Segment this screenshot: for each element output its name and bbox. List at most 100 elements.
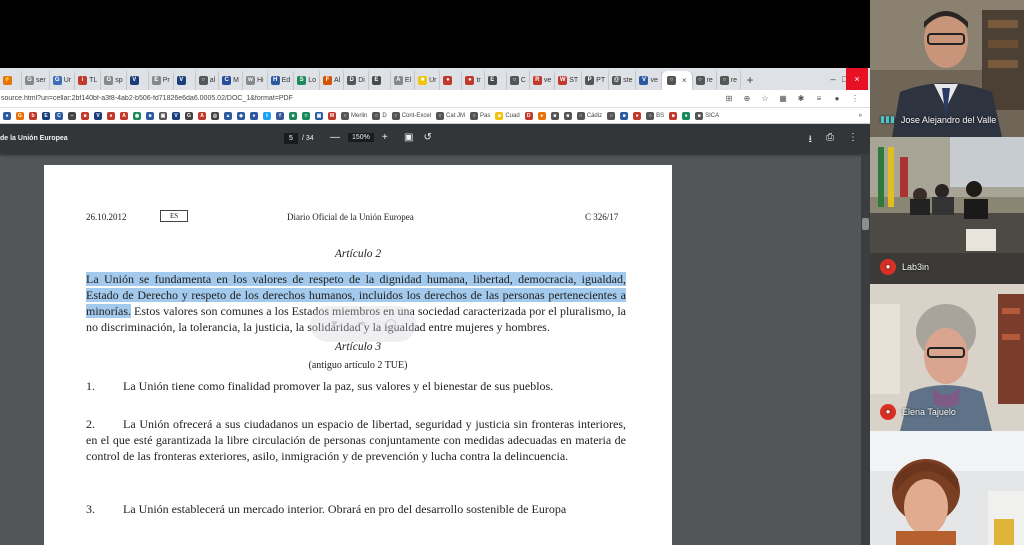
tab-23[interactable]: W ST [555, 71, 583, 90]
tab-14[interactable]: D Di [344, 71, 369, 90]
bookmark-item[interactable]: V [94, 111, 102, 120]
bookmark-item[interactable]: ○ Cádiz [576, 111, 602, 120]
bookmark-item[interactable]: ▣ [159, 111, 167, 120]
bookmark-item[interactable]: f [276, 111, 284, 120]
tab-18[interactable]: ● [440, 71, 463, 90]
participant-tile[interactable] [870, 431, 1024, 545]
bookmark-item[interactable]: ○ [607, 111, 616, 120]
bookmark-item[interactable]: ■ [669, 111, 678, 120]
bookmark-item[interactable]: A [198, 111, 206, 120]
tab-trailing-0[interactable]: ○ re [693, 71, 717, 90]
bookmark-item[interactable]: ● [537, 111, 546, 120]
bookmark-item[interactable]: ▣ [315, 111, 323, 120]
zoom-in-button[interactable]: + [382, 132, 388, 143]
tab-13[interactable]: F Al [320, 71, 345, 90]
bookmark-item[interactable]: G [185, 111, 193, 120]
tab-8[interactable]: ○ al [196, 71, 220, 90]
tab-11[interactable]: H Ed [268, 71, 295, 90]
address-bar-icon-1[interactable]: ⊕ [742, 94, 752, 103]
tab-6[interactable]: E Pr [149, 71, 174, 90]
rotate-icon[interactable]: ↺ [423, 132, 431, 143]
bookmark-item[interactable]: – [68, 111, 76, 120]
participant-tile[interactable]: ● Elena Tajuelo [870, 284, 1024, 431]
comment-icon[interactable]: ◯ [385, 319, 396, 330]
tab-21[interactable]: ○ C [507, 71, 530, 90]
bookmark-item[interactable]: ○ D [372, 111, 387, 120]
bookmark-item[interactable]: ○ Merlin [341, 111, 367, 120]
bookmark-item[interactable]: ● [682, 111, 691, 120]
close-window-button[interactable]: × [846, 68, 868, 90]
address-bar-icon-5[interactable]: ≡ [814, 94, 824, 103]
zoom-value[interactable]: 150% [348, 133, 374, 142]
pdf-scrollbar[interactable] [861, 154, 870, 545]
scrollbar-thumb[interactable] [862, 218, 869, 230]
bookmark-item[interactable]: ◉ [133, 111, 141, 120]
print-icon[interactable]: ⎙ [826, 132, 834, 149]
pen-icon[interactable]: ✒ [358, 319, 366, 330]
bookmark-item[interactable]: ● [107, 111, 115, 120]
bookmark-item[interactable]: ■ [563, 111, 572, 120]
bookmark-item[interactable]: ■ [620, 111, 629, 120]
tab-trailing-1[interactable]: ○ re [717, 71, 742, 90]
participant-tile[interactable]: ● Lab3in [870, 137, 1024, 284]
address-bar-icon-7[interactable]: ⋮ [850, 94, 860, 103]
bookmark-item[interactable]: ■ Cuad [495, 111, 520, 120]
tab-9[interactable]: CM [219, 71, 243, 90]
tab-3[interactable]: i TL [75, 71, 102, 90]
bookmark-item[interactable]: ■ [81, 111, 89, 120]
tab-5[interactable]: V [127, 71, 149, 90]
pin-icon[interactable]: ▼ [329, 319, 339, 330]
address-bar-icon-4[interactable]: ✱ [796, 94, 806, 103]
more-options-icon[interactable]: ⋮ [848, 132, 858, 149]
bookmark-item[interactable]: ○ Pas [470, 111, 490, 120]
bookmarks-overflow-button[interactable]: » [859, 113, 862, 119]
address-bar-icon-2[interactable]: ☆ [760, 94, 770, 103]
bookmark-item[interactable]: ○ Cont-Excel [391, 111, 431, 120]
bookmark-item[interactable]: E [42, 111, 50, 120]
bookmark-item[interactable]: b [29, 111, 37, 120]
tab-active[interactable]: ○ × [661, 71, 693, 90]
address-bar-icon-0[interactable]: ⊞ [724, 94, 734, 103]
bookmark-item[interactable]: G [16, 111, 24, 120]
bookmark-item[interactable]: ● [633, 111, 642, 120]
tab-24[interactable]: P PT [582, 71, 610, 90]
download-icon[interactable]: ⭳ [809, 132, 813, 149]
page-number-input[interactable]: 5 [284, 133, 298, 144]
zoom-out-button[interactable]: — [330, 132, 340, 143]
tab-2[interactable]: G Ur [50, 71, 76, 90]
tab-26[interactable]: Vve [636, 71, 662, 90]
tab-20[interactable]: E [485, 71, 507, 90]
tab-19[interactable]: ● tr [462, 71, 485, 90]
bookmark-item[interactable]: A [120, 111, 128, 120]
close-tab-icon[interactable]: × [682, 76, 687, 85]
participant-tile[interactable]: ▮▮▮ Jose Alejandro del Valle [870, 0, 1024, 137]
tab-25[interactable]: @ ste [609, 71, 637, 90]
bookmark-item[interactable]: ▲ [224, 111, 232, 120]
bookmark-item[interactable]: ◎ [211, 111, 219, 120]
bookmark-item[interactable]: ■ [550, 111, 559, 120]
bookmark-item[interactable]: V [172, 111, 180, 120]
tab-0[interactable]: ⚡ [0, 71, 22, 90]
bookmark-item[interactable]: D [524, 111, 533, 120]
tab-10[interactable]: w Hi [243, 71, 268, 90]
bookmark-item[interactable]: ■ SICA [695, 111, 719, 120]
bookmark-item[interactable]: ■ [146, 111, 154, 120]
bookmark-item[interactable]: C [55, 111, 63, 120]
bookmark-item[interactable]: ≈ [302, 111, 310, 120]
fit-page-icon[interactable]: ▣ [404, 132, 413, 143]
address-bar-icon-3[interactable]: ▦ [778, 94, 788, 103]
url-field[interactable]: source.html?uri=cellar:2bf140bf-a3f8-4ab… [0, 95, 724, 102]
tab-16[interactable]: A El [391, 71, 416, 90]
tab-17[interactable]: ■ Ur [415, 71, 441, 90]
tab-1[interactable]: Gser [22, 71, 50, 90]
bookmark-item[interactable]: ◈ [237, 111, 245, 120]
bookmark-item[interactable]: ■ [289, 111, 297, 120]
tab-15[interactable]: E [369, 71, 391, 90]
new-tab-button[interactable]: + [741, 71, 759, 90]
bookmark-item[interactable]: ● [3, 111, 11, 120]
bookmark-item[interactable]: ○ Cat JM [436, 111, 465, 120]
address-bar-icon-6[interactable]: ● [832, 94, 842, 103]
bookmark-item[interactable]: ● [250, 111, 258, 120]
tab-12[interactable]: S Lo [294, 71, 320, 90]
bookmark-item[interactable]: t [263, 111, 271, 120]
